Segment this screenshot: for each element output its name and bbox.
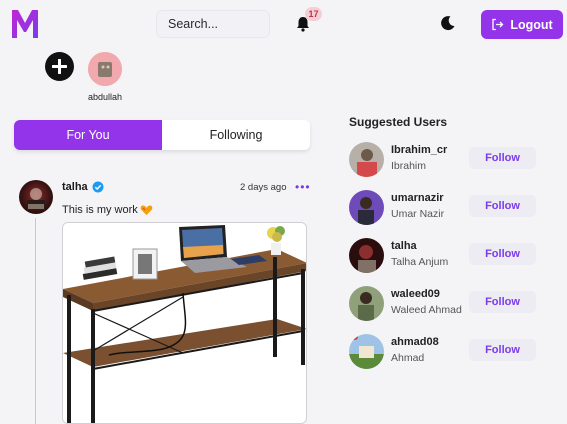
avatar-image — [349, 286, 384, 321]
suggested-user-avatar[interactable] — [349, 286, 384, 321]
suggested-user-avatar[interactable] — [349, 190, 384, 225]
post-image[interactable] — [62, 222, 307, 424]
tab-following[interactable]: Following — [162, 120, 310, 150]
moon-icon[interactable] — [440, 15, 456, 31]
suggested-users-title: Suggested Users — [349, 115, 448, 129]
suggested-fullname: Waleed Ahmad — [391, 304, 462, 316]
follow-button[interactable]: Follow — [469, 339, 536, 361]
post-timestamp: 2 days ago — [240, 182, 287, 193]
post-username: talha — [62, 181, 88, 193]
feed-tabs: For You Following — [14, 120, 310, 150]
post-more-options-icon[interactable]: ••• — [295, 180, 311, 194]
suggested-user-row: talha Talha Anjum Follow — [349, 238, 549, 278]
suggested-user-row: waleed09 Waleed Ahmad Follow — [349, 286, 549, 326]
suggested-fullname: Ahmad — [391, 352, 425, 364]
suggested-fullname: Talha Anjum — [391, 256, 449, 268]
avatar-image — [349, 334, 384, 369]
post-text: This is my work — [62, 204, 153, 216]
follow-button[interactable]: Follow — [469, 195, 536, 217]
story-avatar[interactable] — [88, 52, 122, 86]
logout-icon — [492, 18, 504, 31]
suggested-fullname: Umar Nazir — [391, 208, 445, 220]
post-author[interactable]: talha — [62, 181, 104, 193]
plus-icon — [52, 59, 67, 74]
suggested-user-row: ahmad08 Ahmad Follow — [349, 334, 549, 374]
logout-button[interactable]: Logout — [481, 10, 563, 39]
app-logo[interactable] — [10, 6, 40, 40]
add-story-button[interactable] — [45, 52, 74, 81]
follow-button[interactable]: Follow — [469, 291, 536, 313]
suggested-username[interactable]: talha — [391, 240, 417, 252]
post-caption: This is my work — [62, 204, 138, 216]
follow-button[interactable]: Follow — [469, 147, 536, 169]
logout-label: Logout — [510, 17, 553, 32]
suggested-user-avatar[interactable] — [349, 238, 384, 273]
heart-emoji-icon — [140, 205, 153, 215]
suggested-username[interactable]: Ibrahim_cr — [391, 144, 447, 156]
search-input[interactable]: Search... — [156, 10, 270, 38]
suggested-username[interactable]: waleed09 — [391, 288, 440, 300]
story-avatar-image — [88, 52, 122, 86]
verified-badge-icon — [92, 181, 104, 193]
suggested-user-row: Ibrahim_cr Ibrahim Follow — [349, 142, 549, 182]
notification-count-badge: 17 — [305, 7, 322, 21]
avatar-image — [27, 188, 45, 210]
avatar-image — [349, 142, 384, 177]
suggested-user-row: umarnazir Umar Nazir Follow — [349, 190, 549, 230]
avatar-image — [349, 190, 384, 225]
follow-button[interactable]: Follow — [469, 243, 536, 265]
story-username: abdullah — [87, 92, 123, 102]
console-table-photo — [63, 223, 306, 423]
suggested-username[interactable]: ahmad08 — [391, 336, 439, 348]
suggested-fullname: Ibrahim — [391, 160, 427, 172]
search-placeholder: Search... — [168, 17, 219, 31]
post-author-avatar[interactable] — [19, 180, 53, 214]
tab-for-you[interactable]: For You — [14, 120, 162, 150]
suggested-user-avatar[interactable] — [349, 142, 384, 177]
suggested-user-avatar[interactable] — [349, 334, 384, 369]
thread-line — [35, 218, 36, 424]
suggested-username[interactable]: umarnazir — [391, 192, 444, 204]
avatar-image — [349, 238, 384, 273]
